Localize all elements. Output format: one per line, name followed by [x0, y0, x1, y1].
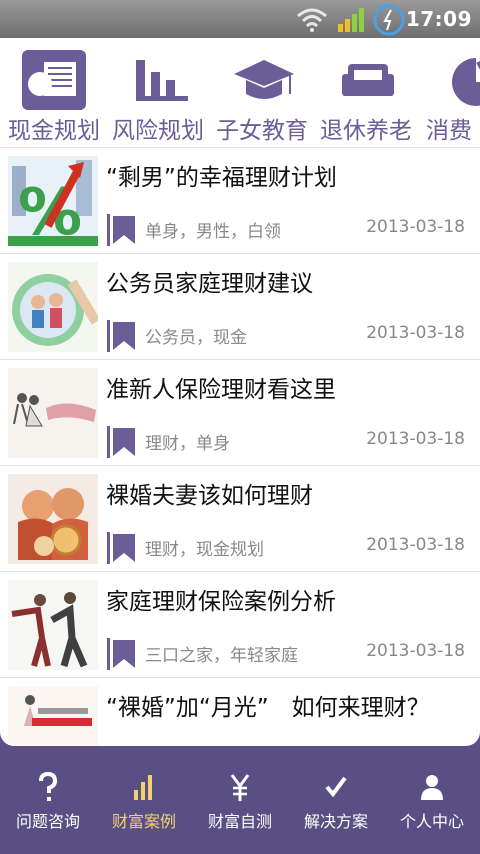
article-tags: 公务员，现金 [145, 328, 247, 348]
article-date: 2013-03-18 [366, 535, 465, 555]
article-date: 2013-03-18 [366, 641, 465, 661]
nav-wealth-self-test[interactable]: 财富自测 [192, 768, 288, 848]
nav-label: 财富案例 [111, 812, 176, 831]
bookmark-icon [107, 638, 135, 670]
article-title: 准新人保险理财看这里 [106, 377, 336, 403]
article-thumbnail [8, 262, 98, 352]
nav-label: 个人中心 [399, 812, 464, 831]
category-tabs: 现金规划 风险规划 子女教育 退休养老 消费 [0, 38, 480, 148]
article-thumbnail [8, 580, 98, 670]
article-title: 裸婚夫妻该如何理财 [106, 483, 313, 509]
article-thumbnail [8, 686, 98, 746]
list-item[interactable]: % “剩男”的幸福理财计划 单身，男性，白领 2013-03-18 [0, 148, 480, 254]
tab-cash-planning[interactable]: 现金规划 [0, 38, 104, 147]
check-icon [325, 776, 347, 798]
list-item[interactable]: 家庭理财保险案例分析 三口之家，年轻家庭 2013-03-18 [0, 572, 480, 678]
bookmark-icon [107, 532, 135, 564]
person-icon [421, 775, 443, 800]
status-bar: 17:09 [0, 0, 480, 38]
clock: 17:09 [405, 7, 472, 31]
battery-charging-icon [373, 4, 405, 36]
graduation-cap-icon [234, 60, 294, 99]
nav-question-consult[interactable]: 问题咨询 [0, 768, 96, 848]
nav-personal-center[interactable]: 个人中心 [384, 768, 480, 848]
article-title: “裸婚”加“月光” 如何来理财？ [106, 695, 430, 721]
list-item[interactable]: 准新人保险理财看这里 理财，单身 2013-03-18 [0, 360, 480, 466]
article-tags: 理财，单身 [145, 434, 230, 454]
article-thumbnail [8, 368, 98, 458]
article-tags: 单身，男性，白领 [145, 222, 281, 242]
article-tags: 理财，现金规划 [145, 540, 264, 560]
yen-icon [230, 774, 250, 801]
bar-chart-icon [136, 60, 188, 101]
tab-label: 消费 [426, 118, 472, 144]
list-item[interactable]: “裸婚”加“月光” 如何来理财？ [0, 678, 480, 746]
tab-consumption[interactable]: 消费 [420, 38, 480, 147]
tab-risk-planning[interactable]: 风险规划 [104, 38, 208, 147]
article-title: “剩男”的幸福理财计划 [106, 165, 337, 191]
article-title: 家庭理财保险案例分析 [106, 589, 336, 615]
article-thumbnail: % [8, 156, 98, 246]
question-icon [39, 772, 58, 801]
pie-chart-icon [452, 58, 480, 106]
bar-chart-icon [134, 775, 152, 800]
wifi-icon [297, 8, 327, 32]
cash-planning-icon [22, 50, 86, 110]
bookmark-icon [107, 320, 135, 352]
tab-retirement[interactable]: 退休养老 [314, 38, 418, 147]
content-card: 现金规划 风险规划 子女教育 退休养老 消费 % “剩男”的幸福理财计划 单身，… [0, 38, 480, 746]
article-date: 2013-03-18 [366, 323, 465, 343]
tab-child-education[interactable]: 子女教育 [210, 38, 314, 147]
article-date: 2013-03-18 [366, 429, 465, 449]
nav-wealth-cases[interactable]: 财富案例 [96, 768, 192, 848]
nav-label: 解决方案 [303, 812, 368, 831]
sofa-icon [342, 64, 394, 96]
article-title: 公务员家庭理财建议 [106, 271, 313, 297]
article-date: 2013-03-18 [366, 217, 465, 237]
article-thumbnail [8, 474, 98, 564]
signal-icon [338, 8, 364, 32]
article-tags: 三口之家，年轻家庭 [145, 646, 298, 666]
nav-label: 问题咨询 [15, 812, 80, 831]
bottom-navigation: 问题咨询 财富案例 财富自测 解决方案 个人中心 [0, 760, 480, 854]
nav-label: 财富自测 [207, 812, 272, 831]
nav-solutions[interactable]: 解决方案 [288, 768, 384, 848]
list-item[interactable]: 公务员家庭理财建议 公务员，现金 2013-03-18 [0, 254, 480, 360]
list-item[interactable]: 裸婚夫妻该如何理财 理财，现金规划 2013-03-18 [0, 466, 480, 572]
bookmark-icon [107, 426, 135, 458]
bookmark-icon [107, 214, 135, 246]
